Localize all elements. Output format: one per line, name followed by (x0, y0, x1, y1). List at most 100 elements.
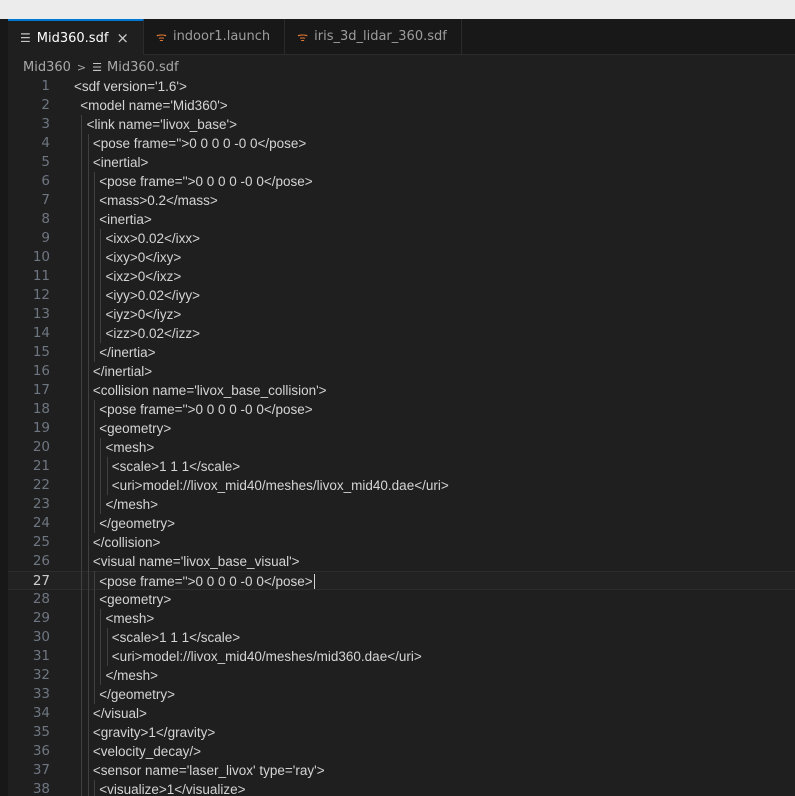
code-line[interactable]: 5 <inertial> (8, 153, 795, 172)
lines-icon: ☰ (92, 60, 102, 74)
activity-bar-edge (0, 19, 8, 796)
line-number: 35 (32, 724, 50, 740)
code-line[interactable]: 34 </visual> (8, 704, 795, 723)
code-line[interactable]: 17 <collision name='livox_base_collision'… (8, 381, 795, 400)
code-line[interactable]: 10 <ixy>0</ixy> (8, 248, 795, 267)
lines-icon: ☰ (20, 31, 31, 45)
line-number: 12 (32, 287, 50, 303)
code-text: <iyy>0.02</iyy> (105, 288, 201, 303)
code-text: <pose frame=''>0 0 0 0 -0 0</pose> (92, 136, 307, 151)
code-line[interactable]: 13 <iyz>0</iyz> (8, 305, 795, 324)
code-line[interactable]: 3 <link name='livox_base'> (8, 115, 795, 134)
code-line[interactable]: 22 <uri>model://livox_mid40/meshes/livox_… (8, 476, 795, 495)
code-text: <ixz>0</ixz> (105, 269, 182, 284)
code-line[interactable]: 35 <gravity>1</gravity> (8, 723, 795, 742)
code-line[interactable]: 14 <izz>0.02</izz> (8, 324, 795, 343)
code-line[interactable]: 4 <pose frame=''>0 0 0 0 -0 0</pose> (8, 134, 795, 153)
line-number: 18 (32, 401, 50, 417)
indent-guide (87, 134, 89, 796)
breadcrumb-file[interactable]: Mid360.sdf (107, 60, 179, 75)
code-line[interactable]: 18 <pose frame=''>0 0 0 0 -0 0</pose> (8, 400, 795, 419)
code-line[interactable]: 36 <velocity_decay/> (8, 742, 795, 761)
code-line[interactable]: 15 </inertia> (8, 343, 795, 362)
breadcrumb-folder[interactable]: Mid360 (23, 60, 71, 75)
editor-tab-bar: ☰ Mid360.sdf × ᯤ indoor1.launch ᯤ iris_3… (8, 19, 795, 55)
code-text: <mass>0.2</mass> (99, 193, 218, 208)
indent-guide (106, 628, 108, 666)
code-line[interactable]: 7 <mass>0.2</mass> (8, 191, 795, 210)
code-text: <scale>1 1 1</scale> (111, 630, 241, 645)
code-line[interactable]: 31 <uri>model://livox_mid40/meshes/mid360… (8, 647, 795, 666)
code-text: </inertial> (92, 364, 153, 379)
line-number: 16 (32, 363, 50, 379)
code-line[interactable]: 27 <pose frame=''>0 0 0 0 -0 0</pose> (8, 571, 795, 590)
code-text: <ixy>0</ixy> (105, 250, 182, 265)
code-line[interactable]: 37 <sensor name='laser_livox' type='ray'> (8, 761, 795, 780)
line-number: 1 (41, 78, 50, 94)
code-text: <sdf version='1.6'> (74, 79, 187, 94)
code-line[interactable]: 11 <ixz>0</ixz> (8, 267, 795, 286)
line-number: 11 (32, 268, 50, 284)
line-number: 27 (32, 573, 50, 589)
code-line[interactable]: 26 <visual name='livox_base_visual'> (8, 552, 795, 571)
line-number: 37 (32, 762, 50, 778)
code-text: <velocity_decay/> (92, 744, 201, 759)
code-text: <mesh> (105, 611, 155, 626)
code-line[interactable]: 23 </mesh> (8, 495, 795, 514)
code-text: <scale>1 1 1</scale> (111, 459, 241, 474)
breadcrumb: Mid360 > ☰ Mid360.sdf (23, 56, 179, 78)
line-number: 19 (32, 420, 50, 436)
code-text: </visual> (92, 706, 147, 721)
code-line[interactable]: 21 <scale>1 1 1</scale> (8, 457, 795, 476)
tab-mid360-sdf[interactable]: ☰ Mid360.sdf × (8, 19, 144, 55)
code-line[interactable]: 8 <inertia> (8, 210, 795, 229)
line-number: 26 (32, 553, 50, 569)
code-line[interactable]: 38 <visualize>1</visualize> (8, 780, 795, 796)
code-line[interactable]: 33 </geometry> (8, 685, 795, 704)
tab-iris-3d-lidar-360-sdf[interactable]: ᯤ iris_3d_lidar_360.sdf (285, 19, 462, 54)
code-line[interactable]: 30 <scale>1 1 1</scale> (8, 628, 795, 647)
code-text: <iyz>0</iyz> (105, 307, 182, 322)
code-text: <link name='livox_base'> (86, 117, 237, 132)
code-line[interactable]: 9 <ixx>0.02</ixx> (8, 229, 795, 248)
code-line[interactable]: 19 <geometry> (8, 419, 795, 438)
line-number: 32 (32, 667, 50, 683)
window-top-strip (0, 0, 795, 19)
code-text: <visual name='livox_base_visual'> (92, 554, 300, 569)
indent-guide (106, 457, 108, 495)
code-line[interactable]: 6 <pose frame=''>0 0 0 0 -0 0</pose> (8, 172, 795, 191)
code-line[interactable]: 16 </inertial> (8, 362, 795, 381)
line-number: 10 (32, 249, 50, 265)
chevron-right-icon: > (76, 60, 87, 74)
code-text: </geometry> (99, 687, 175, 702)
code-text: <izz>0.02</izz> (105, 326, 201, 341)
line-number: 31 (32, 648, 50, 664)
code-editor[interactable]: 1 <sdf version='1.6'> 2 <model name='Mid360… (8, 77, 795, 796)
close-icon[interactable]: × (116, 29, 129, 47)
code-text: </mesh> (105, 668, 159, 683)
line-number: 6 (41, 173, 50, 189)
code-text: <ixx>0.02</ixx> (105, 231, 201, 246)
line-number: 30 (32, 629, 50, 645)
code-line[interactable]: 29 <mesh> (8, 609, 795, 628)
code-line[interactable]: 25 </collision> (8, 533, 795, 552)
code-text: <pose frame=''>0 0 0 0 -0 0</pose> (99, 402, 313, 417)
line-number: 21 (32, 458, 50, 474)
line-number: 25 (32, 534, 50, 550)
tab-indoor1-launch[interactable]: ᯤ indoor1.launch (144, 19, 286, 54)
code-line[interactable]: 1 <sdf version='1.6'> (8, 77, 795, 96)
code-line[interactable]: 2 <model name='Mid360'> (8, 96, 795, 115)
indent-guide (100, 229, 102, 343)
code-text: <mesh> (105, 440, 155, 455)
line-number: 23 (32, 496, 50, 512)
code-line[interactable]: 12 <iyy>0.02</iyy> (8, 286, 795, 305)
code-line[interactable]: 28 <geometry> (8, 590, 795, 609)
code-text: <gravity>1</gravity> (92, 725, 216, 740)
line-number: 4 (41, 135, 50, 151)
indent-guide (93, 571, 95, 704)
code-line[interactable]: 32 </mesh> (8, 666, 795, 685)
line-number: 24 (32, 515, 50, 531)
code-line[interactable]: 20 <mesh> (8, 438, 795, 457)
code-line[interactable]: 24 </geometry> (8, 514, 795, 533)
line-number: 5 (41, 154, 50, 170)
